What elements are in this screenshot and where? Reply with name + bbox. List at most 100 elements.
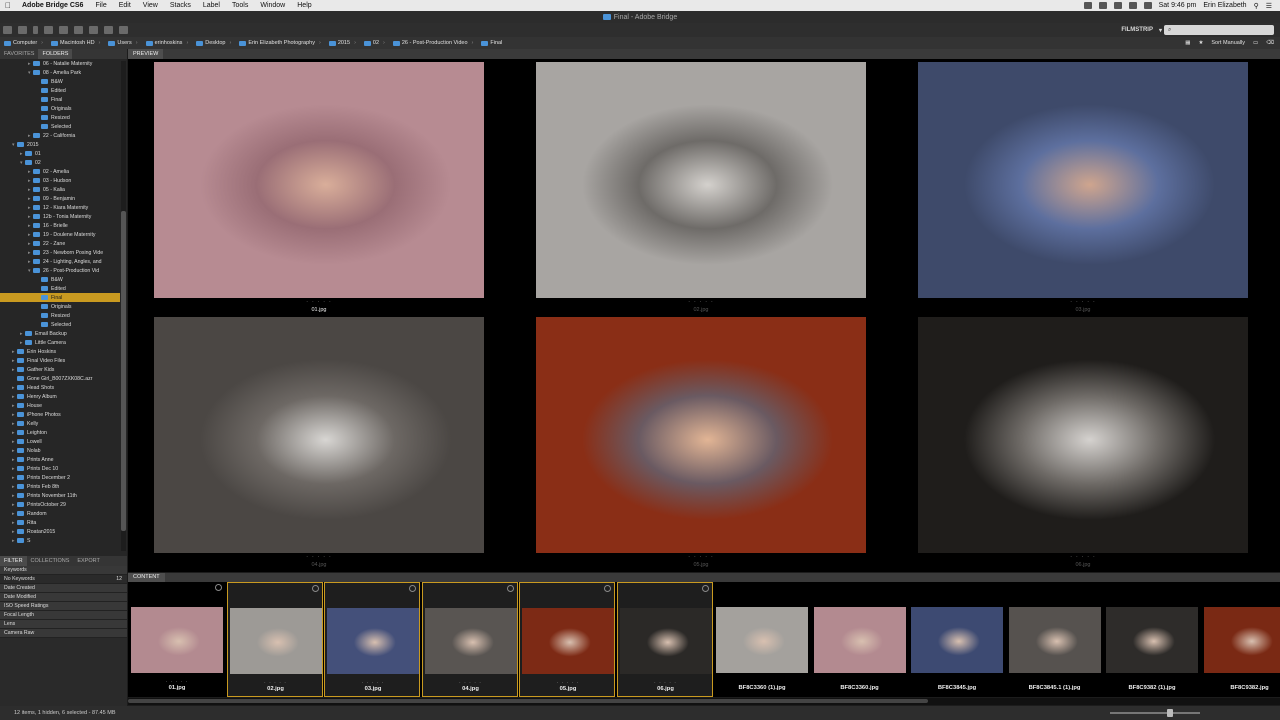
preview-image[interactable] [918,317,1248,553]
folder-tree-item[interactable]: Selected [0,122,120,131]
folder-tree-item[interactable]: ▸ 06 - Natalie Maternity [0,59,120,68]
folder-tree-item[interactable]: ▾ 26 - Post-Production Vid [0,266,120,275]
sort-dropdown[interactable]: Sort Manually [1211,40,1245,46]
filmstrip-item[interactable]: · · · · · 04.jpg [421,582,518,697]
user-name[interactable]: Erin Elizabeth [1203,2,1246,9]
folder-tree-item[interactable]: ▸ Head Shots [0,383,120,392]
battery-icon[interactable] [1143,2,1152,9]
folder-tree-item[interactable]: ▾ 2015 [0,140,120,149]
breadcrumb-item[interactable]: Erin Elizabeth Photography › [235,40,325,46]
thumbnail-filename[interactable]: 03.jpg [325,686,421,692]
filmstrip-item[interactable]: BF8C3360 (1).jpg [714,582,810,697]
back-icon[interactable] [3,26,12,34]
filter-row[interactable]: Date Created [0,584,127,593]
thumbnail[interactable] [1106,607,1198,673]
menu-view[interactable]: View [137,2,164,9]
thumbnail[interactable] [619,608,712,674]
preview-image[interactable] [536,62,866,298]
filmstrip-item[interactable]: · · · · · 02.jpg [226,582,324,697]
folder-tree-item[interactable]: Final [0,293,120,302]
filmstrip-scrollbar[interactable] [128,698,1280,705]
thumbnail[interactable] [229,608,322,674]
folder-tree-item[interactable]: ▸ 16 - Brielle [0,221,120,230]
folder-tree-item[interactable]: ▸ Prints December 2 [0,473,120,482]
thumbnail[interactable] [1203,607,1280,673]
filmstrip-item[interactable]: · · · · · 05.jpg [519,582,615,697]
breadcrumb-item[interactable]: 2015 › [325,40,360,46]
menu-window[interactable]: Window [254,2,291,9]
folder-tree-item[interactable]: ▸ Email Backup [0,329,120,338]
thumbnail-filename[interactable]: BF8C9382 (1).jpg [1104,685,1200,691]
app-menu[interactable]: Adobe Bridge CS6 [16,2,89,9]
preview-image[interactable] [918,62,1248,298]
folder-tree-item[interactable]: ▸ 01 [0,149,120,158]
menu-help[interactable]: Help [291,2,317,9]
folder-tree-item[interactable]: ▸ 22 - California [0,131,120,140]
breadcrumb-item[interactable]: Desktop › [192,40,235,46]
filmstrip-item[interactable]: BF8C9382 (1).jpg [1104,582,1200,697]
refine-icon[interactable] [74,26,83,34]
filmstrip-item[interactable]: BF8C3845.1 (1).jpg [1007,582,1103,697]
folder-tree-item[interactable]: ▸ House [0,401,120,410]
chevron-right-icon[interactable]: › [229,40,231,46]
filter-row[interactable]: Focal Length [0,611,127,620]
menu-edit[interactable]: Edit [113,2,137,9]
tab-content[interactable]: CONTENT [128,573,165,582]
folder-tree-item[interactable]: ▸ Final Video Files [0,356,120,365]
folder-tree-item[interactable]: Edited [0,86,120,95]
menu-file[interactable]: File [89,2,112,9]
folder-tree-item[interactable]: ▸ Lowell [0,437,120,446]
breadcrumb-item[interactable]: 26 - Post-Production Video › [389,40,477,46]
folder-tree-item[interactable]: Originals [0,302,120,311]
folder-tree-item[interactable]: ▸ PrintsOctober 29 [0,500,120,509]
thumbnail-size-slider[interactable] [1110,709,1200,717]
folder-tree-item[interactable]: ▸ 09 - Benjamin [0,194,120,203]
folder-tree-item[interactable]: ▸ Prints Feb 8th [0,482,120,491]
thumbnail[interactable] [522,608,614,674]
chevron-right-icon[interactable]: › [319,40,321,46]
folder-tree-item[interactable]: ▸ Kelly [0,419,120,428]
folder-tree-item[interactable]: Originals [0,104,120,113]
thumbnail[interactable] [1008,607,1101,673]
folder-tree-item[interactable]: ▸ iPhone Photos [0,410,120,419]
folder-tree-item[interactable]: ▸ 22 - Zane [0,239,120,248]
workspace-filmstrip[interactable]: FILMSTRIP [1121,27,1153,33]
rating-dots[interactable]: · · · · · [671,299,731,305]
folder-tree-item[interactable]: ▸ 24 - Lighting, Angles, and [0,257,120,266]
rating-dots[interactable]: · · · · · [289,299,349,305]
thumbnail-filename[interactable]: BF8C3360.jpg [812,685,908,691]
folder-tree-item[interactable]: ▸ Leighton [0,428,120,437]
folder-tree-item[interactable]: Final [0,95,120,104]
folder-tree-item[interactable]: ▸ Prints November 11th [0,491,120,500]
filter-row[interactable]: Lens [0,620,127,629]
folder-tree-item[interactable]: ▸ 23 - Newborn Posing Vide [0,248,120,257]
folder-tree-item[interactable]: ▸ 05 - Kalia [0,185,120,194]
thumbnail-filename[interactable]: 02.jpg [228,686,324,692]
thumbnail[interactable] [813,607,906,673]
breadcrumb-item[interactable]: Final [477,40,506,46]
thumbnail-filename[interactable]: BF8C3360 (1).jpg [714,685,810,691]
thumbnail[interactable] [716,607,808,673]
search-input[interactable]: ⌕ [1164,25,1274,35]
preview-image[interactable] [154,62,484,298]
folder-tree-item[interactable]: ▸ Nolab [0,446,120,455]
workspace-dropdown-icon[interactable]: ▾ [1159,27,1162,34]
folder-tree-item[interactable]: ▾ 08 - Amelia Park [0,68,120,77]
folder-tree-item[interactable]: ▸ 12 - Kiara Maternity [0,203,120,212]
preview-image[interactable] [154,317,484,553]
folder-tree-item[interactable]: ▸ Roatan2015 [0,527,120,536]
thumbnail-filename[interactable]: 01.jpg [129,685,225,691]
menu-label[interactable]: Label [197,2,226,9]
new-folder-icon[interactable]: ▭ [1253,40,1258,46]
thumbnail-filename[interactable]: BF8C9382.jpg [1202,685,1280,691]
boomerang-icon[interactable] [44,26,53,34]
thumbnail[interactable] [131,607,223,673]
folder-tree-item[interactable]: Gone Girl_B007ZXK08C.azr [0,374,120,383]
slider-knob[interactable] [1167,709,1174,717]
folder-tree-item[interactable]: Selected [0,320,120,329]
open-recent-icon[interactable] [89,26,98,34]
folder-tree-item[interactable]: ▸ 12b - Tonia Maternity [0,212,120,221]
folder-tree-item[interactable]: ▸ Henry Album [0,392,120,401]
tab-preview[interactable]: PREVIEW [128,49,164,59]
menu-tools[interactable]: Tools [226,2,254,9]
